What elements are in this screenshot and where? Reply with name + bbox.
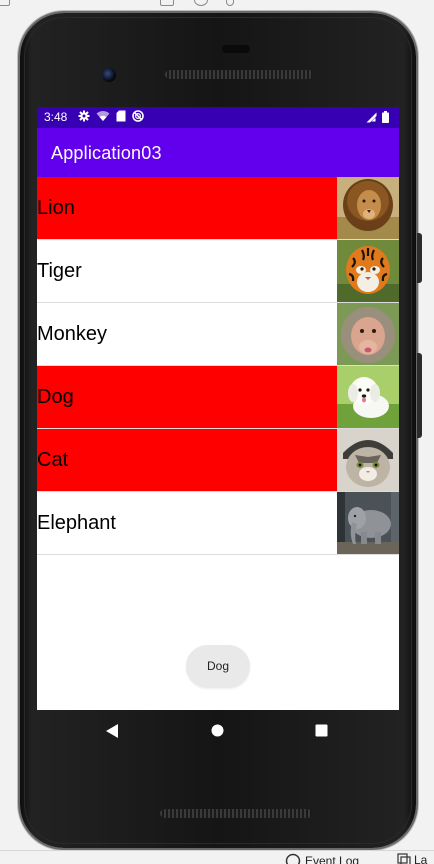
settings-gear-icon	[78, 110, 90, 122]
list-item[interactable]: Dog	[37, 366, 399, 429]
list-item[interactable]: Cat	[37, 429, 399, 492]
layout-inspector-icon	[397, 853, 411, 864]
toolbar-icon[interactable]	[226, 0, 234, 6]
list-item-label: Tiger	[37, 260, 82, 282]
toolbar-icon[interactable]	[194, 0, 208, 6]
event-log-tab[interactable]: Event Log	[285, 853, 359, 864]
power-button[interactable]	[417, 233, 422, 283]
toolbar-icon[interactable]	[0, 0, 10, 6]
app-title: Application03	[51, 143, 162, 163]
toast-message: Dog	[186, 645, 250, 688]
status-bar: 3:48	[37, 107, 399, 128]
list-item[interactable]: Tiger	[37, 240, 399, 303]
toolbar-icon[interactable]	[160, 0, 174, 6]
bottom-speaker	[160, 809, 312, 818]
lion-image	[337, 177, 399, 239]
earpiece-speaker	[165, 70, 313, 79]
list-item-label: Dog	[37, 386, 74, 408]
emulator-window: 3:48 Application03 Lion Tiger Monkey Dog…	[0, 0, 434, 864]
event-log-label: Event Log	[305, 854, 360, 864]
front-camera-icon	[102, 68, 116, 82]
ide-status-bar: Event Log La	[0, 850, 434, 864]
back-icon[interactable]	[105, 723, 119, 739]
list-item[interactable]: Elephant	[37, 492, 399, 555]
layout-inspector-label: La	[414, 853, 428, 864]
animal-list[interactable]: Lion Tiger Monkey Dog Cat Elephant	[37, 177, 399, 555]
app-bar: Application03	[37, 128, 399, 177]
list-item-label: Cat	[37, 449, 69, 471]
battery-icon	[382, 111, 389, 123]
volume-button[interactable]	[417, 353, 422, 438]
signal-icon	[366, 112, 377, 122]
layout-inspector-tab[interactable]: La	[397, 853, 427, 864]
list-item-label: Lion	[37, 197, 75, 219]
list-item[interactable]: Lion	[37, 177, 399, 240]
recents-icon[interactable]	[315, 724, 328, 737]
do-not-disturb-icon	[132, 110, 144, 122]
home-icon[interactable]	[211, 724, 224, 737]
sd-card-icon	[116, 110, 126, 122]
top-slot	[222, 45, 250, 53]
cat-image	[337, 429, 399, 491]
wifi-icon	[96, 111, 110, 121]
status-time: 3:48	[44, 110, 68, 124]
navigation-bar	[37, 710, 399, 752]
search-icon	[285, 853, 301, 864]
monkey-image	[337, 303, 399, 365]
dog-image	[337, 366, 399, 428]
ide-toolbar	[0, 0, 434, 8]
list-item[interactable]: Monkey	[37, 303, 399, 366]
list-item-label: Monkey	[37, 323, 108, 345]
tiger-image	[337, 240, 399, 302]
elephant-image	[337, 492, 399, 554]
device-screen: 3:48 Application03 Lion Tiger Monkey Dog…	[37, 107, 399, 710]
list-item-label: Elephant	[37, 512, 116, 534]
